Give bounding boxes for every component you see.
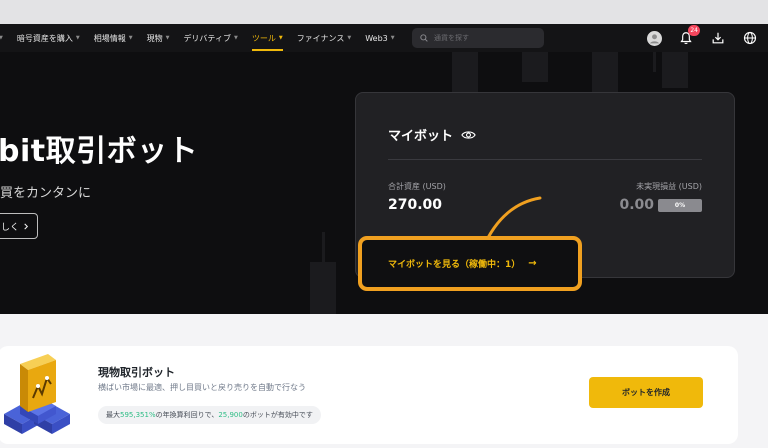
globe-icon[interactable] [742,30,758,46]
total-assets-value: 270.00 [388,197,443,213]
caret-down-icon: ▼ [390,35,395,41]
spot-bot-stats: 最大 595,351% の年換算利回りで、 25,900 のボットが有効中です [98,406,321,424]
hero-learn-more-button[interactable]: しく [0,213,39,239]
spot-bot-card: 現物取引ボット 横ばい市場に最適、押し目買いと戻り売りを自動で行なう 最大 595… [0,346,738,444]
nav-item-label: 相場情報 [93,33,126,43]
view-my-bots-link[interactable]: マイボットを見る（稼働中：1） → [358,236,582,291]
caret-down-icon: ▼ [278,35,283,41]
unrealized-pnl-label: 未実現損益 (USD) [636,182,702,191]
caret-down-icon: ▼ [233,35,238,41]
stat-mid: の年換算利回りで、 [155,411,219,419]
nav-item-finance[interactable]: ファイナンス ▼ [297,24,352,52]
nav-item-partial[interactable]: ▼ [0,24,3,52]
nav-icons: 24 [630,24,768,52]
trading-bot-illustration-icon [4,354,70,434]
hero-button-label: しく [1,222,20,233]
pnl-percent-badge: 0% [658,199,702,212]
download-icon[interactable] [710,30,726,46]
caret-down-icon: ▼ [0,35,3,41]
bg-candle [522,52,548,82]
nav-item-label: ファイナンス [296,33,345,43]
bg-candle [310,262,336,314]
stat-suffix: のボットが有効中です [242,411,313,419]
search-icon [420,34,428,42]
nav-item-label: 暗号資産を購入 [16,33,73,43]
notification-badge: 24 [688,25,700,36]
nav-item-label: デリバティブ [183,33,231,43]
search-box[interactable] [412,28,544,48]
bg-candle-wick [322,232,325,262]
card-divider [388,159,702,160]
total-assets-label: 合計資産 (USD) [388,182,446,191]
nav-item-label: Web3 [365,33,388,43]
my-bot-title: マイボット [388,125,476,144]
nav-item-web3[interactable]: Web3 ▼ [365,24,394,52]
search-input[interactable] [434,34,534,42]
nav-item-markets[interactable]: 相場情報 ▼ [94,24,133,52]
caret-down-icon: ▼ [75,35,80,41]
eye-icon[interactable] [461,130,476,140]
top-navbar: ▼ 暗号資産を購入 ▼ 相場情報 ▼ 現物 ▼ デリバティブ ▼ ツール ▼ ファイナンス… [0,24,768,52]
chevron-right-icon [23,223,29,230]
spot-bot-title: 現物取引ボット [98,366,175,379]
stat-apy-percent: 595,351% [120,411,156,419]
create-bot-button[interactable]: ボットを作成 [589,377,703,408]
nav-item-spot[interactable]: 現物 ▼ [147,24,170,52]
nav-item-tools[interactable]: ツール ▼ [251,24,283,52]
stat-prefix: 最大 [106,411,120,419]
nav-item-derivatives[interactable]: デリバティブ ▼ [183,24,237,52]
bg-candle [662,52,688,88]
app-frame: ▼ 暗号資産を購入 ▼ 相場情報 ▼ 現物 ▼ デリバティブ ▼ ツール ▼ ファイナンス… [0,24,768,448]
avatar-icon[interactable] [646,30,662,46]
view-my-bots-label: マイボットを見る（稼働中：1） [388,260,521,270]
hero-subtitle: 買をカンタンに [0,186,92,201]
nav-item-label: 現物 [146,33,163,43]
bg-candle [452,52,478,96]
caret-down-icon: ▼ [128,35,133,41]
spot-bot-description: 横ばい市場に最適、押し目買いと戻り売りを自動で行なう [98,383,306,392]
bell-icon[interactable]: 24 [678,25,700,46]
bg-candle-wick [653,52,656,72]
unrealized-pnl-value: 0.00 [619,197,654,213]
nav-item-label: ツール [251,33,276,43]
my-bot-title-text: マイボット [388,129,454,144]
nav-item-buy-crypto[interactable]: 暗号資産を購入 ▼ [17,24,80,52]
arrow-right-icon: → [528,258,537,269]
caret-down-icon: ▼ [165,35,170,41]
hero-title: bit取引ボット [0,134,199,169]
stat-active-bots: 25,900 [218,411,243,419]
hero-banner: bit取引ボット 買をカンタンに しく マイボット 合計資産 (USD) 270… [0,52,768,314]
caret-down-icon: ▼ [347,35,352,41]
